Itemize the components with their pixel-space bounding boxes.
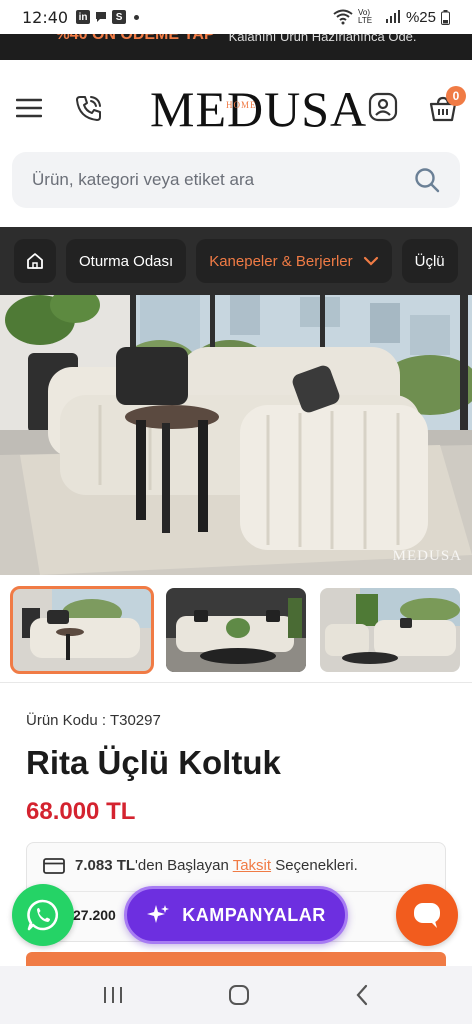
category-chip-oturma-odasi[interactable]: Oturma Odası — [66, 239, 187, 283]
installment-row: 7.083 TL'den Başlayan Taksit Seçenekleri… — [43, 857, 358, 874]
divider — [0, 682, 472, 683]
home-chip[interactable] — [14, 239, 56, 283]
product-title: Rita Üçlü Koltuk — [26, 744, 281, 781]
wifi-icon — [333, 9, 353, 25]
campaigns-button[interactable]: KAMPANYALAR — [124, 886, 348, 944]
chevron-down-icon — [363, 256, 378, 266]
network-label: Vo) LTE — [357, 8, 373, 25]
phone-icon — [76, 96, 101, 121]
category-label: Üçlü — [414, 252, 445, 270]
promo-highlight: %40 ÖN ÖDEME YAP — [55, 34, 215, 43]
whatsapp-button[interactable] — [12, 884, 74, 946]
home-icon — [27, 253, 43, 269]
installment-text: 7.083 TL'den Başlayan Taksit Seçenekleri… — [75, 857, 358, 874]
installment-link[interactable]: Taksit — [233, 857, 271, 874]
home-nav-icon[interactable] — [228, 984, 250, 1006]
second-price-line: 27.200 — [73, 907, 116, 923]
thumbnail-photo — [166, 588, 306, 672]
search-placeholder: Ürün, kategori veya etiket ara — [32, 170, 255, 189]
sofa-photo-illustration — [0, 295, 472, 575]
sparkle-icon — [147, 905, 170, 923]
installment-mid: 'den Başlayan — [135, 857, 233, 874]
site-header: MEDUSA HOME 0 — [0, 60, 472, 156]
logo-sub: HOME — [226, 100, 257, 110]
recent-apps-icon[interactable] — [102, 985, 124, 1005]
campaigns-label: KAMPANYALAR — [182, 904, 326, 925]
cart-count-badge: 0 — [446, 86, 466, 106]
logo-wordmark: MEDUSA — [150, 81, 368, 137]
chat-icon — [414, 903, 440, 928]
battery-icon — [441, 9, 450, 25]
account-button[interactable] — [368, 92, 398, 122]
thumbnail-3[interactable] — [320, 588, 460, 672]
system-navigation-bar — [0, 966, 472, 1024]
promo-banner[interactable]: %40 ÖN ÖDEME YAP Kalanını Ürün Hazırlanı… — [0, 34, 472, 60]
product-price: 68.000 TL — [26, 798, 136, 825]
category-chip-kanepeler[interactable]: Kanepeler & Berjerler — [196, 239, 392, 283]
thumbnail-photo — [320, 588, 460, 672]
back-icon[interactable] — [354, 984, 370, 1006]
credit-card-icon — [43, 857, 65, 874]
category-label: Kanepeler & Berjerler — [209, 252, 353, 270]
promo-text: Kalanını Ürün Hazırlanınca Öde. — [228, 34, 417, 44]
image-watermark: MEDUSA — [392, 548, 462, 564]
site-logo[interactable]: MEDUSA HOME — [150, 84, 366, 136]
thumbnail-1[interactable] — [10, 586, 154, 674]
product-thumbnails — [10, 586, 460, 674]
status-time: 12:40 — [22, 7, 69, 27]
category-label: Oturma Odası — [79, 252, 174, 270]
linkedin-icon: in — [76, 10, 91, 24]
installment-end: Seçenekleri. — [271, 857, 358, 874]
search-icon[interactable] — [414, 167, 440, 193]
chat-bubble-icon — [96, 12, 107, 22]
signal-icon — [385, 10, 400, 23]
battery-percent: %25 — [405, 8, 436, 26]
category-breadcrumb-bar: Oturma Odası Kanepeler & Berjerler Üçlü — [0, 227, 472, 295]
s-app-icon: S — [112, 10, 127, 24]
category-chip-uclu[interactable]: Üçlü — [401, 239, 458, 283]
hamburger-icon — [16, 98, 42, 118]
whatsapp-icon — [27, 899, 59, 931]
live-chat-button[interactable] — [396, 884, 458, 946]
thumbnail-2[interactable] — [166, 588, 306, 672]
installment-amount: 7.083 TL — [75, 857, 136, 874]
menu-button[interactable] — [14, 93, 44, 123]
phone-button[interactable] — [74, 93, 104, 123]
cart-button[interactable]: 0 — [428, 86, 466, 124]
product-code: Ürün Kodu : T30297 — [26, 712, 161, 729]
thumbnail-photo — [12, 588, 152, 672]
product-main-image[interactable]: MEDUSA — [0, 295, 472, 575]
user-icon — [368, 92, 398, 122]
status-bar: 12:40 in S Vo) LTE %25 — [0, 0, 472, 34]
more-dot-icon — [134, 14, 140, 20]
search-input[interactable]: Ürün, kategori veya etiket ara — [12, 152, 460, 208]
